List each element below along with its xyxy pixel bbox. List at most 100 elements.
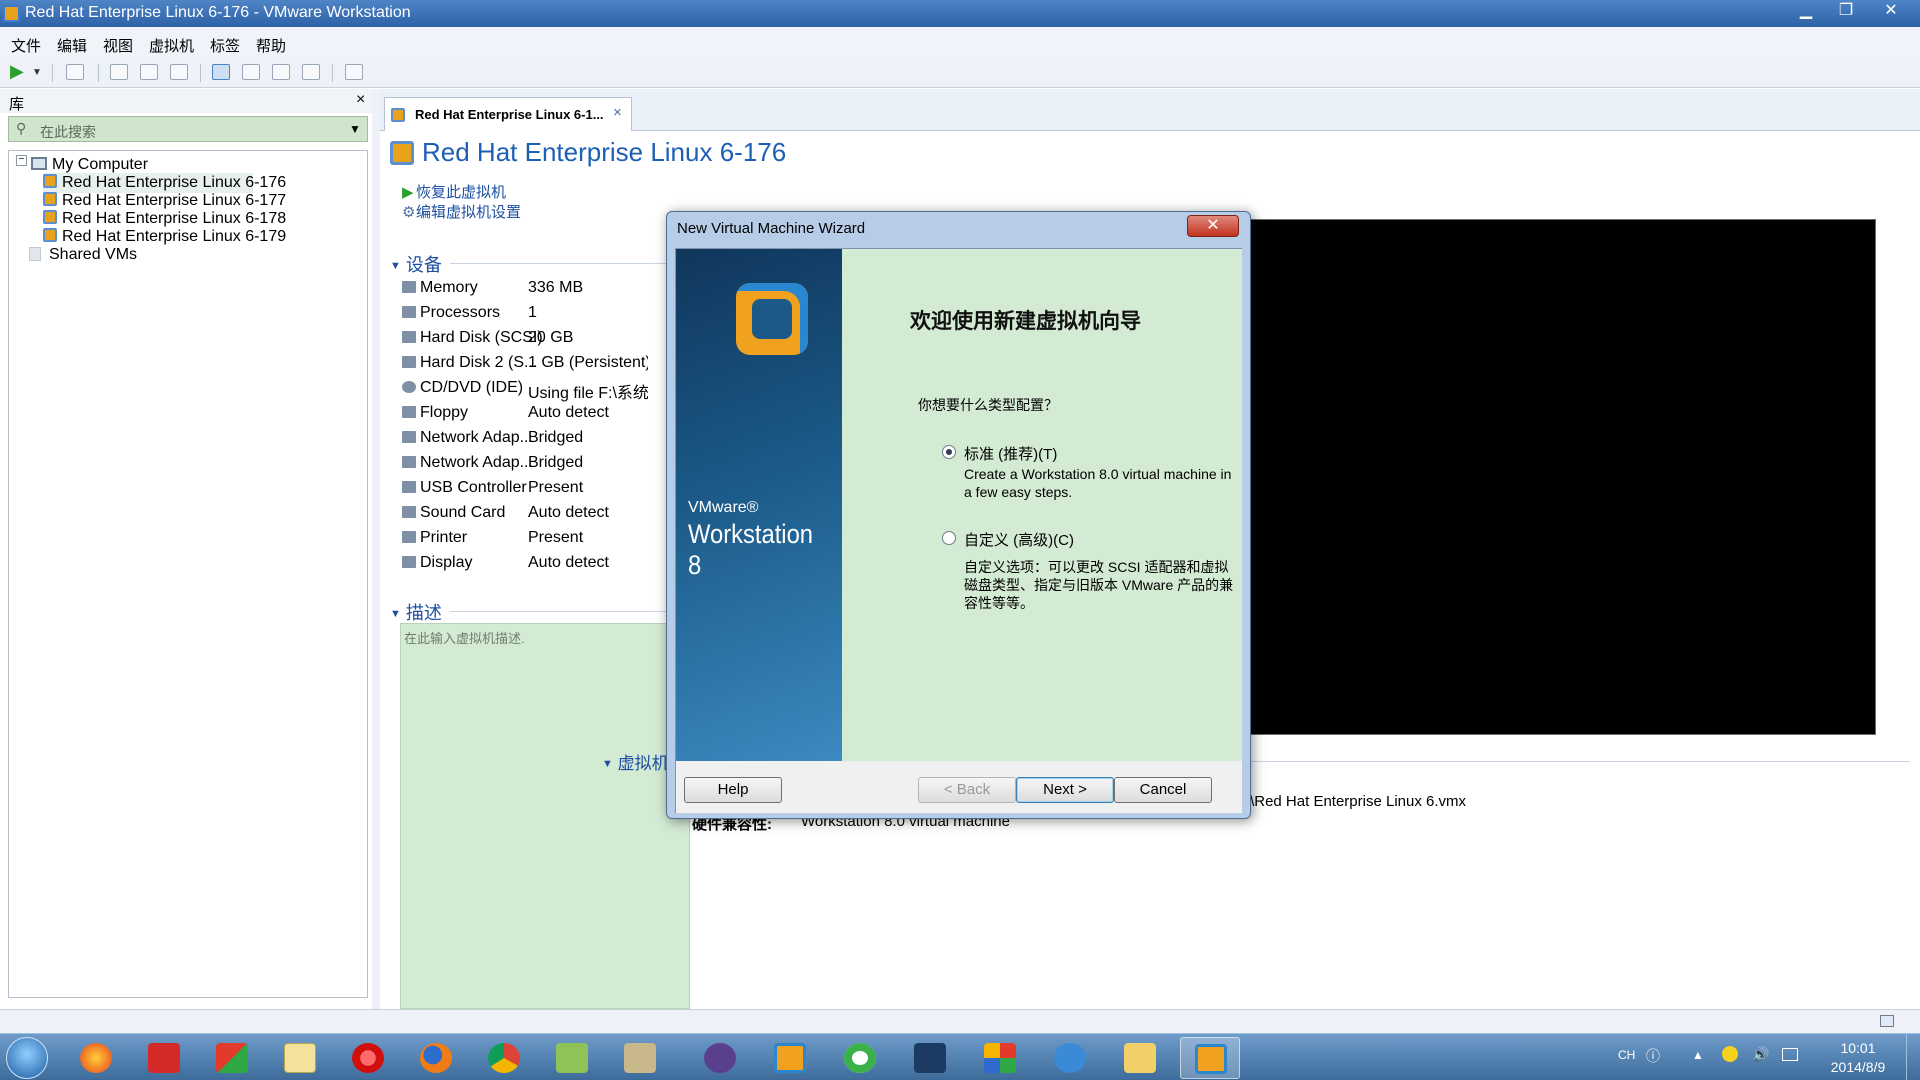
volume-icon[interactable]: 🔊: [1752, 1046, 1769, 1063]
taskbar-app[interactable]: [338, 1037, 398, 1079]
revert-snapshot-icon[interactable]: [140, 64, 158, 80]
device-row-memory[interactable]: Memory 336 MB: [402, 279, 702, 301]
menu-help[interactable]: 帮助: [256, 35, 286, 56]
network-icon[interactable]: [1782, 1048, 1798, 1061]
taskbar-app[interactable]: [1110, 1037, 1170, 1079]
close-window-button[interactable]: ✕: [1866, 0, 1916, 24]
device-row-usb-controller[interactable]: USB Controller Present: [402, 479, 702, 501]
taskbar-app[interactable]: [830, 1037, 890, 1079]
security-tray-icon[interactable]: [1722, 1046, 1738, 1062]
radio-custom[interactable]: [942, 531, 956, 545]
maximize-button[interactable]: ❐: [1826, 0, 1866, 24]
power-on-icon[interactable]: ▶: [10, 62, 30, 82]
taskbar-app[interactable]: [900, 1037, 960, 1079]
device-row-network-adapter-2[interactable]: Network Adap... Bridged: [402, 454, 702, 476]
taskbar-app[interactable]: [690, 1037, 750, 1079]
devices-section-toggle[interactable]: ▼ 设备: [390, 251, 442, 277]
device-row-cd-dvd[interactable]: CD/DVD (IDE) Using file F:\系统: [402, 379, 702, 402]
menu-view[interactable]: 视图: [103, 35, 133, 56]
panel-splitter[interactable]: [372, 89, 380, 1009]
snapshot-icon[interactable]: [110, 64, 128, 80]
help-button[interactable]: Help: [684, 777, 782, 803]
tree-item-my-computer[interactable]: My Computer: [31, 155, 148, 175]
menu-vm[interactable]: 虚拟机: [149, 35, 194, 56]
message-log-icon[interactable]: [1880, 1015, 1894, 1027]
back-button[interactable]: < Back: [918, 777, 1016, 803]
library-search-input[interactable]: ⚲ 在此搜索 ▼: [8, 116, 368, 142]
thumbnail-bar-icon[interactable]: [242, 64, 260, 80]
snapshot-manager-icon[interactable]: [170, 64, 188, 80]
new-vm-wizard-dialog: New Virtual Machine Wizard ✕ VMware® Wor…: [666, 211, 1251, 819]
option-custom-label[interactable]: 自定义 (高级)(C): [964, 529, 1074, 550]
device-row-sound-card[interactable]: Sound Card Auto detect: [402, 504, 702, 526]
start-button[interactable]: [6, 1037, 48, 1079]
option-typical-label[interactable]: 标准 (推荐)(T): [964, 443, 1057, 464]
device-row-display[interactable]: Display Auto detect: [402, 554, 702, 576]
power-dropdown-icon[interactable]: ▼: [32, 67, 52, 87]
show-hidden-icons-icon[interactable]: ▲: [1692, 1048, 1704, 1062]
tab-vm-176[interactable]: Red Hat Enterprise Linux 6-1... ×: [384, 97, 632, 131]
menu-file[interactable]: 文件: [11, 35, 41, 56]
toolbar-separator: [200, 64, 201, 82]
taskbar-app[interactable]: [542, 1037, 602, 1079]
show-desktop-button[interactable]: [1906, 1034, 1920, 1080]
library-tree: − My Computer Red Hat Enterprise Linux 6…: [8, 150, 368, 998]
app-icon: [844, 1043, 876, 1073]
radio-typical[interactable]: [942, 445, 956, 459]
window-title: Red Hat Enterprise Linux 6-176 - VMware …: [25, 4, 411, 21]
menu-edit[interactable]: 编辑: [57, 35, 87, 56]
help-tray-icon[interactable]: ⓘ: [1646, 1046, 1660, 1066]
taskbar-clock[interactable]: 10:01 2014/8/9: [1820, 1039, 1896, 1077]
description-input[interactable]: 在此输入虚拟机描述.: [400, 623, 690, 1009]
network-adapter-icon: [402, 456, 416, 468]
description-section-toggle[interactable]: ▼ 描述: [390, 599, 442, 625]
taskbar-app[interactable]: [270, 1037, 330, 1079]
minimize-button[interactable]: ▁: [1786, 0, 1826, 24]
console-view-icon[interactable]: [345, 64, 363, 80]
taskbar-app[interactable]: [202, 1037, 262, 1079]
send-keys-icon[interactable]: [66, 64, 84, 80]
computer-icon: [31, 157, 47, 170]
tree-item-vm[interactable]: Red Hat Enterprise Linux 6-177: [43, 191, 286, 211]
next-button[interactable]: Next >: [1016, 777, 1114, 803]
toolbar: ▶ ▼: [0, 56, 1920, 88]
menu-tabs[interactable]: 标签: [210, 35, 240, 56]
device-row-printer[interactable]: Printer Present: [402, 529, 702, 551]
taskbar-app[interactable]: [610, 1037, 670, 1079]
brand-vmware: VMware®: [688, 499, 759, 516]
show-library-icon[interactable]: [212, 64, 230, 80]
search-dropdown-icon[interactable]: ▼: [349, 122, 361, 136]
cancel-button[interactable]: Cancel: [1114, 777, 1212, 803]
taskbar-app[interactable]: [760, 1037, 820, 1079]
edit-vm-settings-link[interactable]: ⚙编辑虚拟机设置: [402, 201, 521, 222]
taskbar-app[interactable]: [970, 1037, 1030, 1079]
tab-close-icon[interactable]: ×: [613, 104, 622, 121]
vmware-app-icon: [3, 5, 20, 22]
tree-item-vm[interactable]: Red Hat Enterprise Linux 6-178: [43, 209, 286, 229]
device-row-processors[interactable]: Processors 1: [402, 304, 702, 326]
device-row-hard-disk[interactable]: Hard Disk (SCSI) 20 GB: [402, 329, 702, 351]
resume-vm-link[interactable]: ▶ 恢复此虚拟机: [402, 181, 506, 202]
taskbar-app[interactable]: [134, 1037, 194, 1079]
taskbar-app[interactable]: [1040, 1037, 1100, 1079]
tree-item-vm[interactable]: Red Hat Enterprise Linux 6-179: [43, 227, 286, 247]
taskbar-app[interactable]: [474, 1037, 534, 1079]
tree-item-vm[interactable]: Red Hat Enterprise Linux 6-176: [43, 173, 286, 193]
collapse-icon[interactable]: −: [16, 155, 27, 166]
tree-item-shared-vms[interactable]: Shared VMs: [29, 245, 137, 265]
processor-icon: [402, 306, 416, 318]
taskbar-app-vmware-active[interactable]: [1180, 1037, 1240, 1079]
unity-icon[interactable]: [302, 64, 320, 80]
dialog-title: New Virtual Machine Wizard: [677, 220, 866, 237]
language-indicator[interactable]: CH: [1618, 1048, 1635, 1062]
taskbar-app[interactable]: [406, 1037, 466, 1079]
device-row-network-adapter[interactable]: Network Adap... Bridged: [402, 429, 702, 451]
dialog-close-button[interactable]: ✕: [1187, 215, 1239, 237]
library-close-icon[interactable]: ×: [356, 91, 365, 109]
taskbar-app[interactable]: [66, 1037, 126, 1079]
device-row-hard-disk-2[interactable]: Hard Disk 2 (S... 1 GB (Persistent): [402, 354, 702, 376]
full-screen-icon[interactable]: [272, 64, 290, 80]
toolbar-separator: [52, 64, 53, 82]
search-placeholder: 在此搜索: [40, 124, 96, 140]
device-row-floppy[interactable]: Floppy Auto detect: [402, 404, 702, 426]
